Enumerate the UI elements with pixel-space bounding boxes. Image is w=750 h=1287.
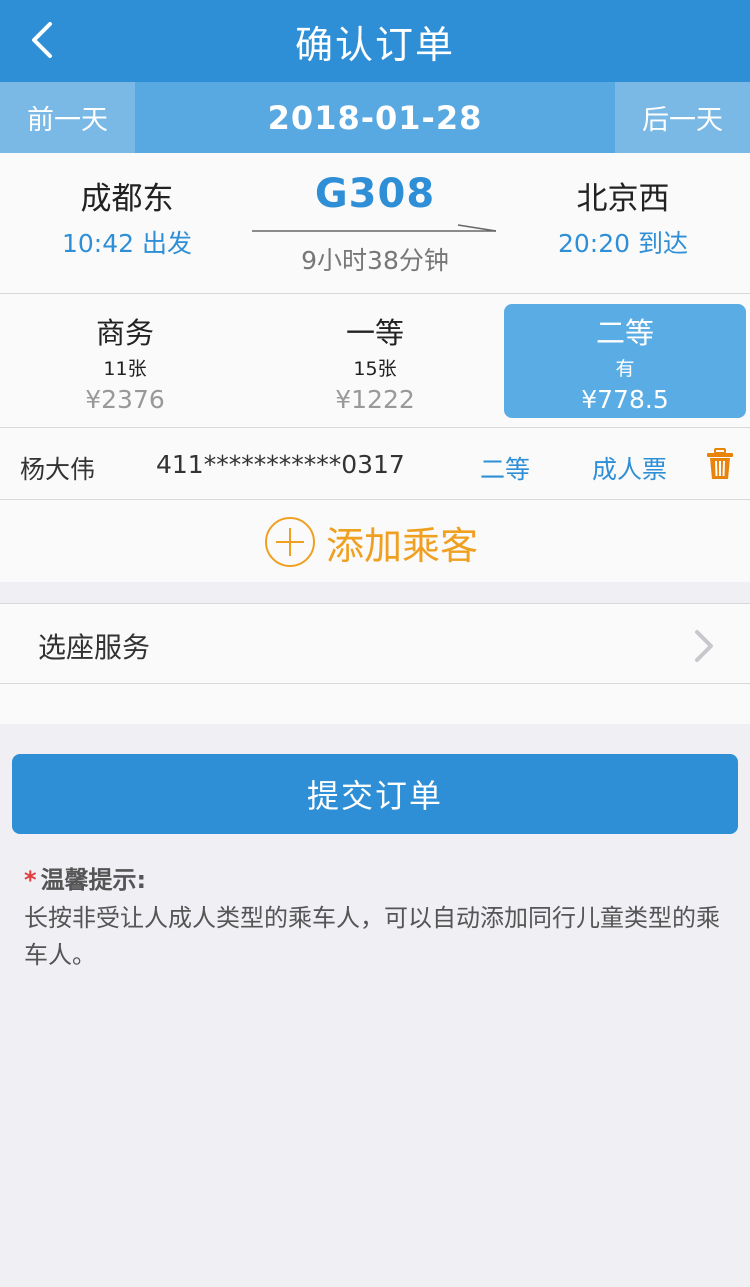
passenger-seat-class[interactable]: 二等 bbox=[480, 450, 530, 486]
passenger-name: 杨大伟 bbox=[20, 455, 96, 484]
add-passenger-row: 添加乘客 bbox=[0, 500, 750, 582]
train-number: G308 bbox=[314, 171, 436, 217]
seat-price: ¥2376 bbox=[85, 385, 165, 414]
seat-option-second-class[interactable]: 二等 有 ¥778.5 bbox=[504, 304, 746, 418]
arrow-icon bbox=[252, 224, 497, 232]
add-passenger-label: 添加乘客 bbox=[326, 523, 479, 568]
departure-station-name: 成都东 bbox=[80, 181, 174, 217]
date-bar: 前一天 2018-01-28 后一天 bbox=[0, 82, 750, 153]
travel-date: 2018-01-28 bbox=[267, 98, 483, 137]
order-confirm-page: 确认订单 前一天 2018-01-28 后一天 成都东 10:42 出发 G30… bbox=[0, 0, 750, 1287]
prev-day-button[interactable]: 前一天 bbox=[0, 82, 135, 153]
submit-order-button[interactable]: 提交订单 bbox=[12, 754, 738, 834]
arrival-station-name: 北京西 bbox=[576, 181, 670, 217]
blank-row bbox=[0, 684, 750, 724]
seat-option-business[interactable]: 商务 11张 ¥2376 bbox=[4, 304, 246, 418]
page-title: 确认订单 bbox=[294, 23, 455, 67]
seat-class-selector: 商务 11张 ¥2376 一等 15张 ¥1222 二等 有 ¥778.5 bbox=[0, 294, 750, 428]
seat-option-first-class[interactable]: 一等 15张 ¥1222 bbox=[254, 304, 496, 418]
departure-time: 10:42 出发 bbox=[62, 229, 192, 258]
departure-station: 成都东 10:42 出发 bbox=[2, 173, 252, 260]
seat-availability: 有 bbox=[615, 358, 635, 380]
tips-title: * 温馨提示: bbox=[24, 860, 146, 895]
chevron-right-icon bbox=[695, 630, 713, 662]
seat-price: ¥1222 bbox=[335, 385, 415, 414]
seat-price: ¥778.5 bbox=[581, 385, 669, 414]
seat-service-row[interactable]: 选座服务 bbox=[0, 603, 750, 684]
plus-icon bbox=[265, 517, 315, 567]
passenger-id-number: 411***********0317 bbox=[156, 450, 405, 479]
arrival-time: 20:20 到达 bbox=[558, 229, 688, 258]
seat-service-label: 选座服务 bbox=[38, 631, 151, 664]
tips-star: * bbox=[24, 866, 37, 894]
passenger-ticket-type[interactable]: 成人票 bbox=[592, 450, 667, 486]
travel-duration: 9小时38分钟 bbox=[301, 246, 449, 275]
tips-title-text: 温馨提示: bbox=[40, 866, 147, 894]
next-day-button[interactable]: 后一天 bbox=[615, 82, 750, 153]
seat-class-name: 商务 bbox=[95, 316, 154, 350]
seat-class-name: 二等 bbox=[595, 316, 654, 350]
trash-icon[interactable] bbox=[706, 448, 734, 480]
seat-availability: 15张 bbox=[353, 358, 397, 380]
arrival-station: 北京西 20:20 到达 bbox=[498, 173, 748, 260]
tips-text: 长按非受让人成人类型的乘车人，可以自动添加同行儿童类型的乘车人。 bbox=[24, 904, 720, 969]
passenger-row: 杨大伟 411***********0317 二等 成人票 bbox=[0, 428, 750, 500]
nav-header: 确认订单 bbox=[0, 0, 750, 82]
trip-info: 成都东 10:42 出发 G308 9小时38分钟 北京西 20:20 到达 bbox=[0, 153, 750, 294]
add-passenger-button[interactable]: 添加乘客 bbox=[264, 516, 478, 568]
seat-availability: 11张 bbox=[103, 358, 147, 380]
seat-class-name: 一等 bbox=[345, 316, 404, 350]
